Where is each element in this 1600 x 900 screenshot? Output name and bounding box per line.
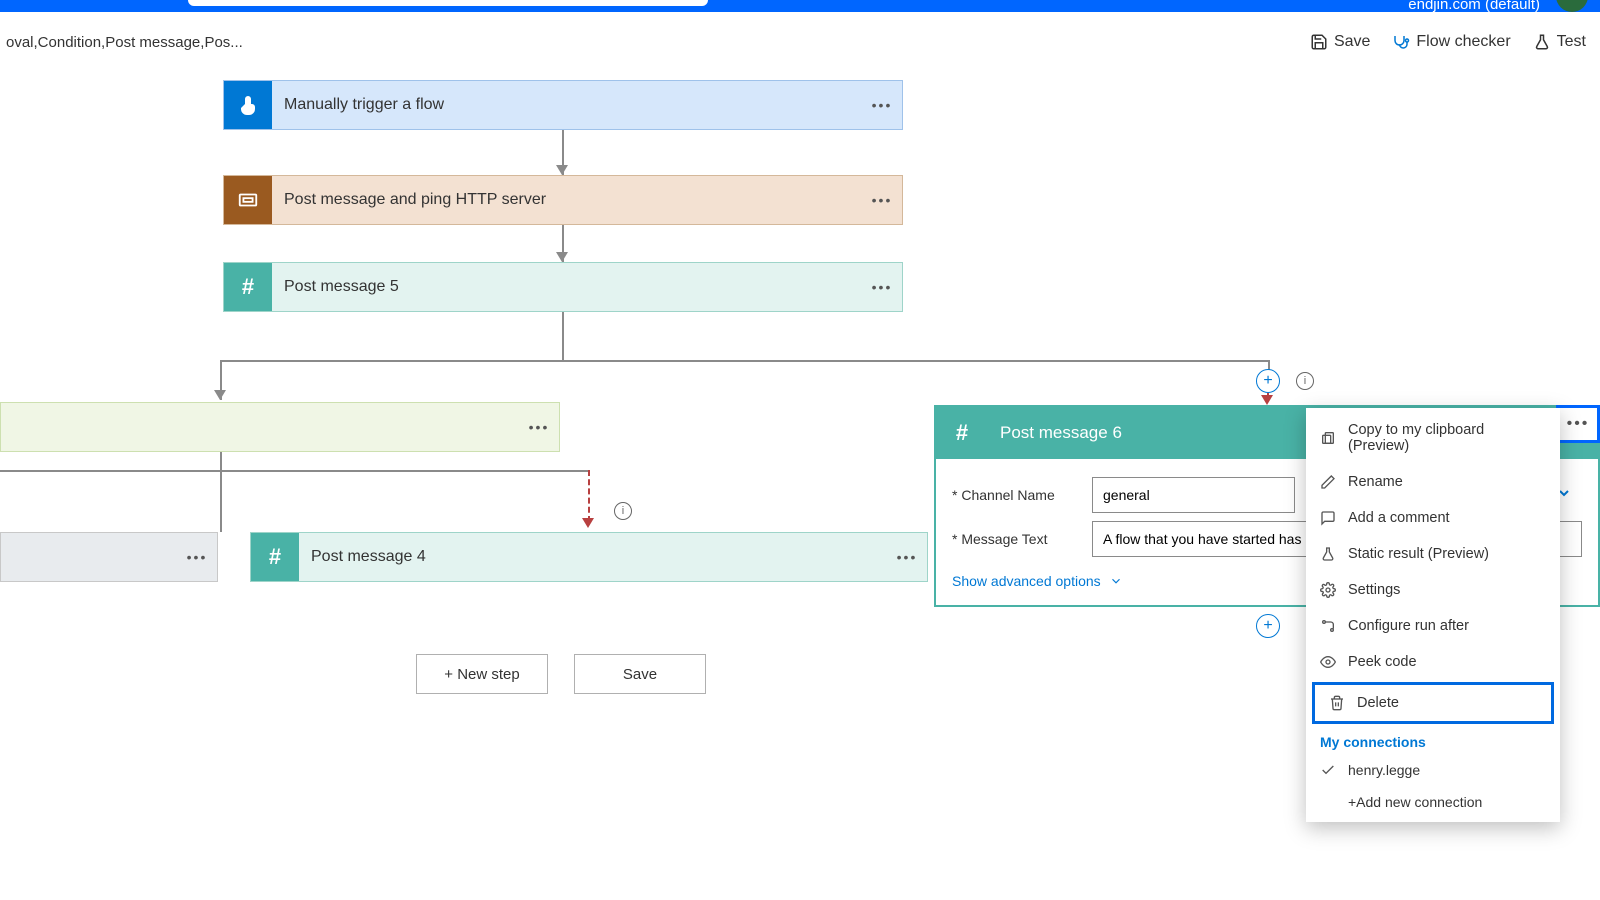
stethoscope-icon [1392, 33, 1410, 51]
menu-copy-clipboard[interactable]: Copy to my clipboard (Preview) [1306, 412, 1560, 464]
search-input[interactable] [188, 0, 708, 6]
new-step-label: + New step [444, 666, 519, 683]
touch-icon [224, 81, 272, 129]
footer-buttons: + New step Save [416, 654, 706, 694]
trash-icon [1329, 695, 1345, 711]
card-menu-button[interactable]: ••• [177, 549, 217, 565]
post-message-4-card[interactable]: # Post message 4 ••• [250, 532, 928, 582]
my-connections-heading: My connections [1306, 726, 1560, 754]
flask-icon [1533, 33, 1551, 51]
menu-rename[interactable]: Rename [1306, 464, 1560, 500]
tenant-label: endjin.com (default) [1408, 0, 1540, 13]
connector [562, 312, 564, 360]
arrow-icon [582, 518, 594, 528]
flask-icon [1320, 546, 1336, 562]
add-step-button[interactable]: + [1256, 614, 1280, 638]
connector [0, 470, 588, 472]
connection-item[interactable]: henry.legge [1306, 754, 1560, 786]
new-step-button[interactable]: + New step [416, 654, 548, 694]
menu-label: Add a comment [1348, 510, 1450, 526]
slack-icon: # [251, 533, 299, 581]
card-menu-button[interactable]: ••• [1556, 405, 1600, 443]
app-top-bar: endjin.com (default) [0, 0, 1600, 12]
gear-icon [1320, 582, 1336, 598]
slack-icon: # [936, 407, 988, 459]
context-menu: Copy to my clipboard (Preview) Rename Ad… [1306, 408, 1560, 822]
save-icon [1310, 33, 1328, 51]
show-advanced-options[interactable]: Show advanced options [952, 573, 1123, 589]
card-menu-button[interactable]: ••• [519, 419, 559, 435]
chevron-down-icon [1109, 574, 1123, 588]
pencil-icon [1320, 474, 1336, 490]
eye-icon [1320, 654, 1336, 670]
save-button[interactable]: Save [1310, 33, 1370, 51]
save-step-label: Save [623, 666, 657, 683]
avatar[interactable] [1556, 0, 1588, 12]
branch-icon [1320, 618, 1336, 634]
arrow-icon [556, 252, 568, 262]
branch-sub-card[interactable]: ••• [0, 532, 218, 582]
connector [220, 360, 1270, 362]
menu-label: Configure run after [1348, 618, 1469, 634]
menu-settings[interactable]: Settings [1306, 572, 1560, 608]
channel-name-input[interactable] [1092, 477, 1295, 513]
comment-icon [1320, 510, 1336, 526]
save-label: Save [1334, 33, 1370, 51]
save-step-button[interactable]: Save [574, 654, 706, 694]
connector-dashed [588, 470, 590, 522]
clipboard-icon [1320, 430, 1336, 446]
card-label: Manually trigger a flow [272, 96, 862, 114]
card-menu-button[interactable]: ••• [862, 97, 902, 113]
breadcrumb: oval,Condition,Post message,Pos... [6, 34, 243, 51]
flow-checker-label: Flow checker [1416, 33, 1510, 51]
channel-name-label: Channel Name [952, 487, 1080, 503]
action-bar: Save Flow checker Test [1310, 33, 1586, 51]
menu-peek-code[interactable]: Peek code [1306, 644, 1560, 680]
add-connection-label: +Add new connection [1348, 794, 1482, 810]
trigger-card[interactable]: Manually trigger a flow ••• [223, 80, 903, 130]
card-label: Post message 5 [272, 278, 862, 296]
info-icon[interactable]: i [614, 502, 632, 520]
card-label: Post message 4 [299, 548, 887, 566]
menu-label: Static result (Preview) [1348, 546, 1489, 562]
menu-label: Copy to my clipboard (Preview) [1348, 422, 1546, 454]
test-label: Test [1557, 33, 1586, 51]
menu-label: Peek code [1348, 654, 1417, 670]
scope-icon [224, 176, 272, 224]
card-label: Post message and ping HTTP server [272, 191, 862, 209]
check-icon [1320, 762, 1336, 778]
menu-label: Settings [1348, 582, 1400, 598]
arrow-icon [556, 165, 568, 175]
message-text-label: Message Text [952, 531, 1080, 547]
card-menu-button[interactable]: ••• [862, 192, 902, 208]
add-branch-button[interactable]: + [1256, 369, 1280, 393]
card-menu-button[interactable]: ••• [862, 279, 902, 295]
menu-label: Delete [1357, 695, 1399, 711]
menu-label: Rename [1348, 474, 1403, 490]
arrow-icon [214, 390, 226, 400]
menu-configure-run-after[interactable]: Configure run after [1306, 608, 1560, 644]
card-menu-button[interactable]: ••• [887, 549, 927, 565]
arrow-icon [1261, 395, 1273, 405]
flow-checker-button[interactable]: Flow checker [1392, 33, 1510, 51]
menu-static-result[interactable]: Static result (Preview) [1306, 536, 1560, 572]
subheader: oval,Condition,Post message,Pos... Save … [0, 22, 1600, 62]
info-icon[interactable]: i [1296, 372, 1314, 390]
post-message-5-card[interactable]: # Post message 5 ••• [223, 262, 903, 312]
menu-delete[interactable]: Delete [1312, 682, 1554, 724]
test-button[interactable]: Test [1533, 33, 1586, 51]
http-card[interactable]: Post message and ping HTTP server ••• [223, 175, 903, 225]
slack-icon: # [224, 263, 272, 311]
menu-add-comment[interactable]: Add a comment [1306, 500, 1560, 536]
branch-left-card[interactable]: ••• [0, 402, 560, 452]
connector [220, 452, 222, 532]
connection-label: henry.legge [1348, 762, 1420, 778]
show-advanced-label: Show advanced options [952, 573, 1101, 589]
add-connection[interactable]: +Add new connection [1306, 786, 1560, 818]
